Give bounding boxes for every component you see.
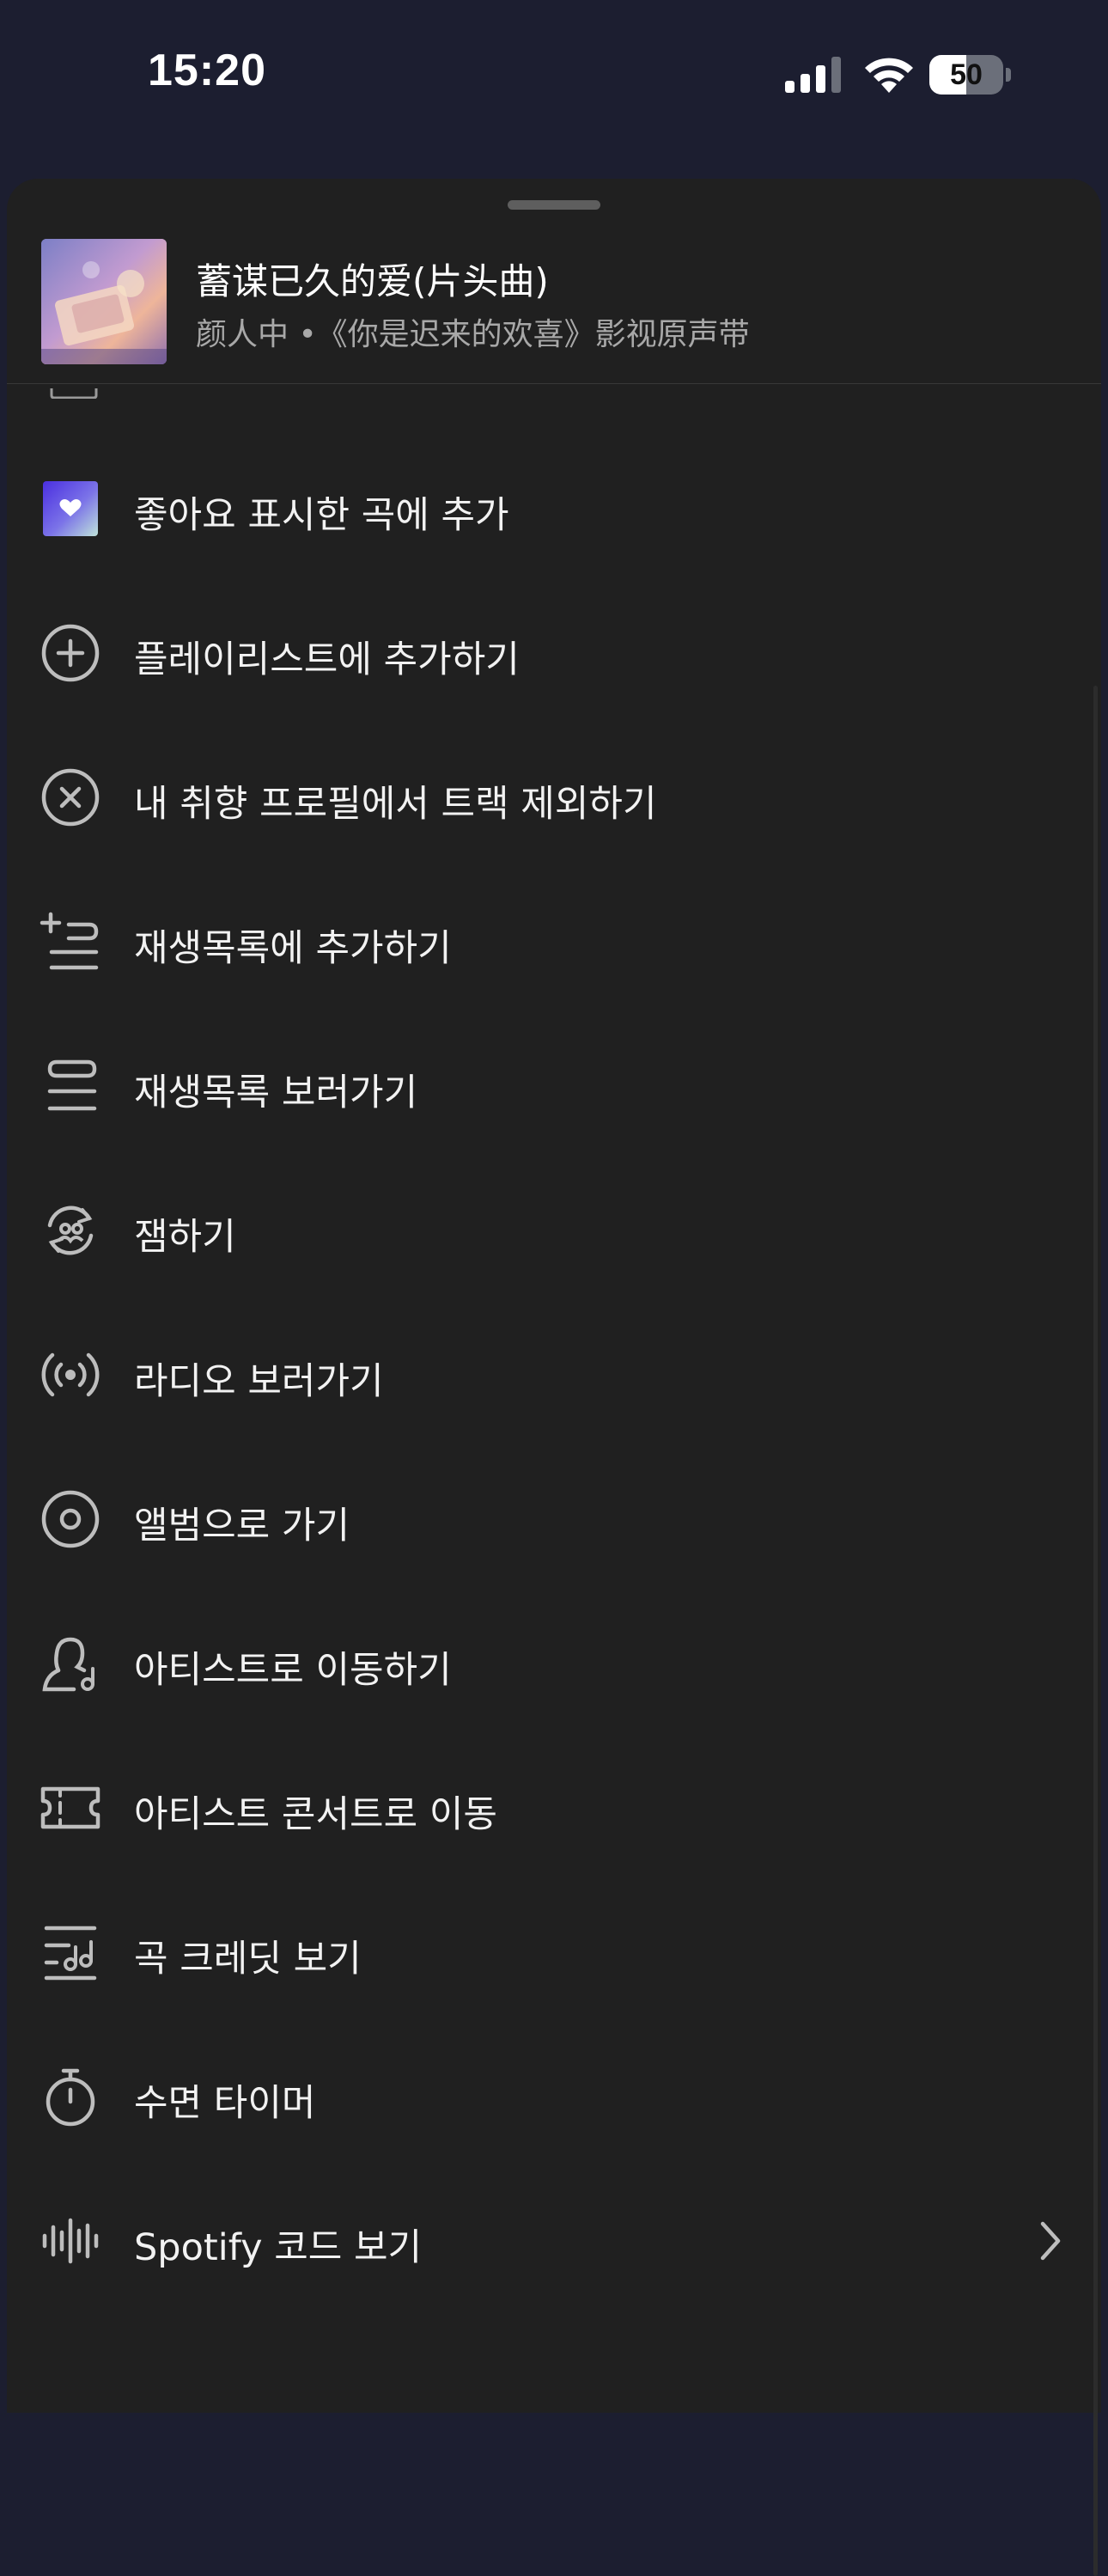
menu-item-go-to-radio[interactable]: 라디오 보러가기 [7, 1303, 1101, 1447]
plus-circle-icon [40, 622, 101, 684]
menu-label: 곡 크레딧 보기 [134, 1938, 362, 1981]
status-time: 15:20 [148, 46, 266, 95]
menu-label: 재생목록 보러가기 [134, 1071, 418, 1114]
battery-body: 50 [929, 55, 1003, 95]
track-options-sheet: 蓄谋已久的爱(片头曲) 颜人中 •《你是迟来的欢喜》影视原声带 좋아요 표시한 … [7, 179, 1101, 2576]
chevron-right-icon [1040, 2221, 1061, 2261]
menu-item-add-to-liked[interactable]: 좋아요 표시한 곡에 추가 [7, 436, 1101, 581]
menu-item-view-queue[interactable]: 재생목록 보러가기 [7, 1014, 1101, 1158]
x-circle-icon [40, 766, 101, 828]
album-icon [40, 1488, 101, 1550]
wifi-icon [865, 58, 913, 93]
battery-percent: 50 [950, 58, 983, 91]
menu-label: 라디오 보러가기 [134, 1360, 384, 1403]
menu-label: Spotify 코드 보기 [134, 2226, 423, 2269]
menu-item-view-credits[interactable]: 곡 크레딧 보기 [7, 1880, 1101, 2024]
queue-icon [40, 1055, 101, 1117]
menu-item-exclude-from-taste-profile[interactable]: 내 취향 프로필에서 트랙 제외하기 [7, 725, 1101, 870]
menu-item-add-to-queue[interactable]: 재생목록에 추가하기 [7, 870, 1101, 1014]
menu-item-jam[interactable]: 잼하기 [7, 1158, 1101, 1303]
liked-songs-icon [40, 478, 101, 540]
credits-icon [40, 1921, 101, 1983]
track-artist-album: 颜人中 •《你是迟来的欢喜》影视原声带 [196, 317, 750, 352]
menu-label: 플레이리스트에 추가하기 [134, 638, 520, 681]
ticket-icon [40, 1777, 101, 1839]
artist-icon [40, 1633, 101, 1694]
menu-item-add-to-playlist[interactable]: 플레이리스트에 추가하기 [7, 581, 1101, 725]
menu-label: 잼하기 [134, 1216, 236, 1259]
album-artwork-illustration [41, 239, 167, 364]
menu-item-sleep-timer[interactable]: 수면 타이머 [7, 2024, 1101, 2169]
menu-label: 재생목록에 추가하기 [134, 927, 452, 970]
track-header: 蓄谋已久的爱(片头曲) 颜人中 •《你是迟来的欢喜》影视原声带 [7, 179, 1101, 399]
menu-label: 아티스트 콘서트로 이동 [134, 1793, 497, 1836]
menu-label: 수면 타이머 [134, 2082, 316, 2125]
partially-hidden-icon [50, 388, 98, 399]
jam-icon [40, 1199, 101, 1261]
menu-label: 좋아요 표시한 곡에 추가 [134, 494, 509, 537]
album-artwork [41, 239, 167, 364]
menu-item-go-to-album[interactable]: 앨범으로 가기 [7, 1447, 1101, 1591]
cellular-signal-icon [785, 57, 841, 93]
status-bar: 15:20 50 [0, 0, 1108, 155]
menu-label: 앨범으로 가기 [134, 1505, 350, 1547]
timer-icon [40, 2066, 101, 2127]
menu-label: 내 취향 프로필에서 트랙 제외하기 [134, 783, 657, 826]
spotify-code-icon [40, 2210, 101, 2272]
menu-item-go-to-artist[interactable]: 아티스트로 이동하기 [7, 1591, 1101, 1736]
radio-icon [40, 1344, 101, 1406]
track-title: 蓄谋已久的爱(片头曲) [196, 260, 549, 302]
battery-tip [1006, 68, 1011, 82]
battery-indicator: 50 [929, 55, 1012, 95]
add-to-queue-icon [40, 911, 101, 973]
menu-item-spotify-code[interactable]: Spotify 코드 보기 [7, 2169, 1101, 2313]
menu-label: 아티스트로 이동하기 [134, 1649, 452, 1692]
menu-item-go-to-concerts[interactable]: 아티스트 콘서트로 이동 [7, 1736, 1101, 1880]
